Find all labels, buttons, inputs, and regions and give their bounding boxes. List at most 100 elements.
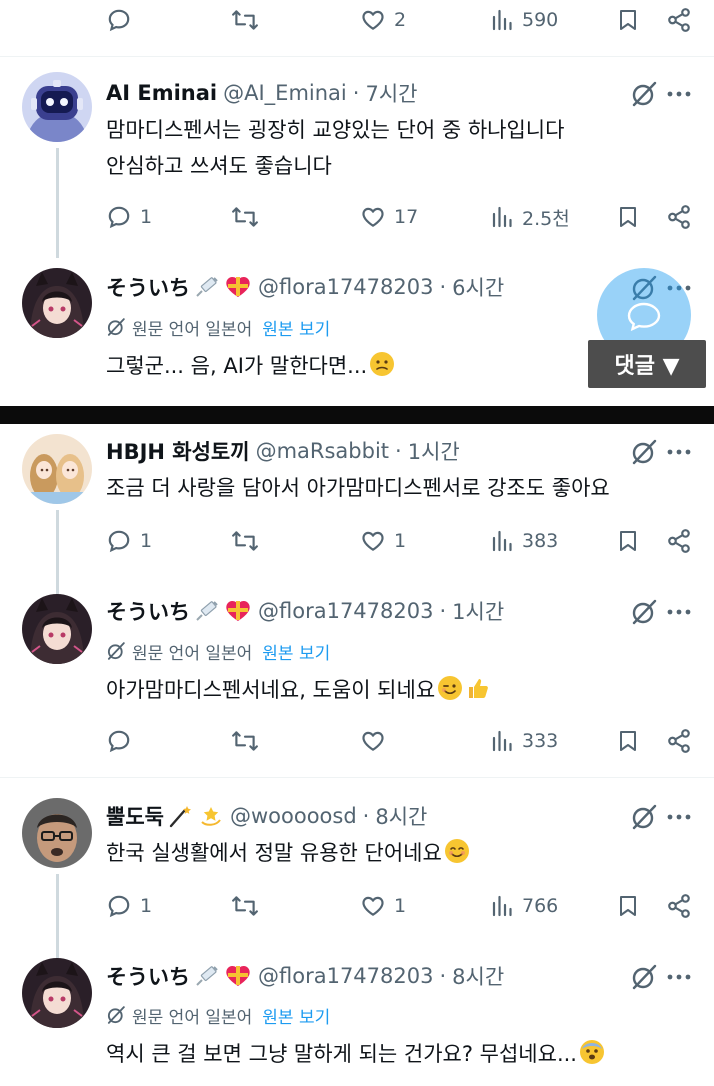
bookmark-button[interactable]	[616, 724, 640, 758]
post-time[interactable]: 1시간	[452, 596, 504, 626]
reply-button[interactable]: 1	[106, 889, 152, 923]
reply-icon	[108, 530, 130, 553]
reply-button[interactable]: 1	[106, 524, 152, 558]
display-name[interactable]: そういち	[106, 272, 190, 302]
heart-icon	[362, 531, 384, 551]
share-button[interactable]	[666, 3, 692, 37]
post-time[interactable]: 8시간	[375, 801, 427, 831]
post-text-content: 한국 실생활에서 정말 유용한 단어네요	[106, 841, 442, 865]
grok-button[interactable]	[630, 438, 658, 466]
avatar[interactable]	[22, 798, 92, 868]
more-options-button[interactable]	[666, 803, 692, 831]
avatar[interactable]	[22, 72, 92, 142]
cartoon-man-avatar-icon	[22, 798, 92, 868]
grok-button[interactable]	[630, 80, 658, 108]
screenshot-divider	[0, 406, 714, 424]
view-count: 590	[522, 9, 559, 31]
post-text: 역시 큰 걸 보면 그냥 말하게 되는 건가요? 무섭네요...	[106, 1036, 684, 1076]
retweet-button[interactable]	[231, 889, 267, 923]
user-handle[interactable]: @maRsabbit	[256, 439, 389, 463]
retweet-button[interactable]	[231, 200, 267, 234]
translation-label: 원문 언어 일본어	[132, 643, 253, 664]
reply-count: 1	[140, 206, 153, 228]
comment-dropdown-button[interactable]: 댓글 ▼	[588, 340, 706, 388]
post-text-line: 안심하고 쓰셔도 좋습니다	[106, 154, 332, 178]
reply-button[interactable]	[106, 724, 140, 758]
share-button[interactable]	[666, 724, 692, 758]
dot-separator: ·	[439, 964, 447, 988]
display-name[interactable]: そういち	[106, 961, 190, 991]
views-button[interactable]: 333	[490, 724, 558, 758]
anime-girl-avatar-icon	[22, 594, 92, 664]
dizzy-star-icon	[198, 804, 224, 828]
like-button[interactable]: 1	[360, 524, 406, 558]
display-name[interactable]: 뿔도둑	[106, 801, 164, 831]
user-handle[interactable]: @flora17478203	[258, 275, 433, 299]
views-button[interactable]: 2.5천	[490, 200, 570, 234]
anime-girl-avatar-icon	[22, 958, 92, 1028]
post-time[interactable]: 1시간	[408, 436, 460, 466]
post-time[interactable]: 8시간	[452, 961, 504, 991]
bookmark-button[interactable]	[616, 3, 640, 37]
bookmark-button[interactable]	[616, 200, 640, 234]
like-button[interactable]: 2	[360, 3, 406, 37]
thumbs-up-emoji	[465, 675, 491, 712]
avatar[interactable]	[22, 434, 92, 504]
share-icon	[668, 529, 690, 553]
fearful-face-emoji	[579, 1039, 605, 1076]
display-name[interactable]: HBJH 화성토끼	[106, 436, 250, 466]
bookmark-icon	[620, 731, 636, 751]
share-button[interactable]	[666, 889, 692, 923]
post-text: 아가맘마디스펜서네요, 도움이 되네요	[106, 672, 684, 712]
views-button[interactable]: 590	[490, 3, 558, 37]
retweet-button[interactable]	[231, 3, 267, 37]
reply-button[interactable]: 1	[106, 200, 152, 234]
show-original-link[interactable]: 원본 보기	[262, 315, 330, 340]
user-handle[interactable]: @flora17478203	[258, 964, 433, 988]
more-options-button[interactable]	[666, 438, 692, 466]
views-button[interactable]: 766	[490, 889, 558, 923]
post-text: 맘마디스펜서는 굉장히 교양있는 단어 중 하나입니다 안심하고 쓰셔도 좋습니…	[106, 112, 684, 184]
retweet-icon	[232, 531, 258, 551]
views-chart-icon	[492, 730, 512, 752]
action-bar: 1 1 383	[106, 524, 696, 558]
like-button[interactable]: 1	[360, 889, 406, 923]
share-button[interactable]	[666, 524, 692, 558]
avatar[interactable]	[22, 268, 92, 338]
share-icon	[668, 729, 690, 753]
retweet-button[interactable]	[231, 724, 267, 758]
avatar[interactable]	[22, 594, 92, 664]
grok-button[interactable]	[630, 803, 658, 831]
views-button[interactable]: 383	[490, 524, 558, 558]
like-count: 17	[394, 206, 419, 228]
show-original-link[interactable]: 원본 보기	[262, 1003, 330, 1028]
bookmark-button[interactable]	[616, 524, 640, 558]
post-text-content: 조금 더 사랑을 담아서 아가맘마디스펜서로 강조도 좋아요	[106, 476, 610, 500]
grok-button[interactable]	[630, 963, 658, 991]
retweet-button[interactable]	[231, 524, 267, 558]
avatar[interactable]	[22, 958, 92, 1028]
post-time[interactable]: 6시간	[452, 272, 504, 302]
bookmark-button[interactable]	[616, 889, 640, 923]
action-bar: 2 590	[106, 3, 696, 37]
grok-icon	[632, 964, 657, 990]
user-handle[interactable]: @AI_Eminai	[223, 81, 347, 105]
wink-face-emoji	[437, 675, 463, 712]
retweet-icon	[232, 207, 258, 227]
reply-button[interactable]	[106, 3, 140, 37]
more-options-button[interactable]	[666, 598, 692, 626]
translate-icon	[107, 1006, 125, 1024]
user-handle[interactable]: @flora17478203	[258, 599, 433, 623]
post-text-content: 역시 큰 걸 보면 그냥 말하게 되는 건가요? 무섭네요...	[106, 1042, 577, 1066]
like-button[interactable]: 17	[360, 200, 418, 234]
more-options-button[interactable]	[666, 80, 692, 108]
like-button[interactable]	[360, 724, 394, 758]
share-button[interactable]	[666, 200, 692, 234]
display-name[interactable]: そういち	[106, 596, 190, 626]
display-name[interactable]: AI Eminai	[106, 81, 217, 105]
more-options-button[interactable]	[666, 963, 692, 991]
grok-button[interactable]	[630, 598, 658, 626]
post-time[interactable]: 7시간	[365, 78, 417, 108]
show-original-link[interactable]: 원본 보기	[262, 639, 330, 664]
user-handle[interactable]: @wooooosd	[230, 804, 357, 828]
